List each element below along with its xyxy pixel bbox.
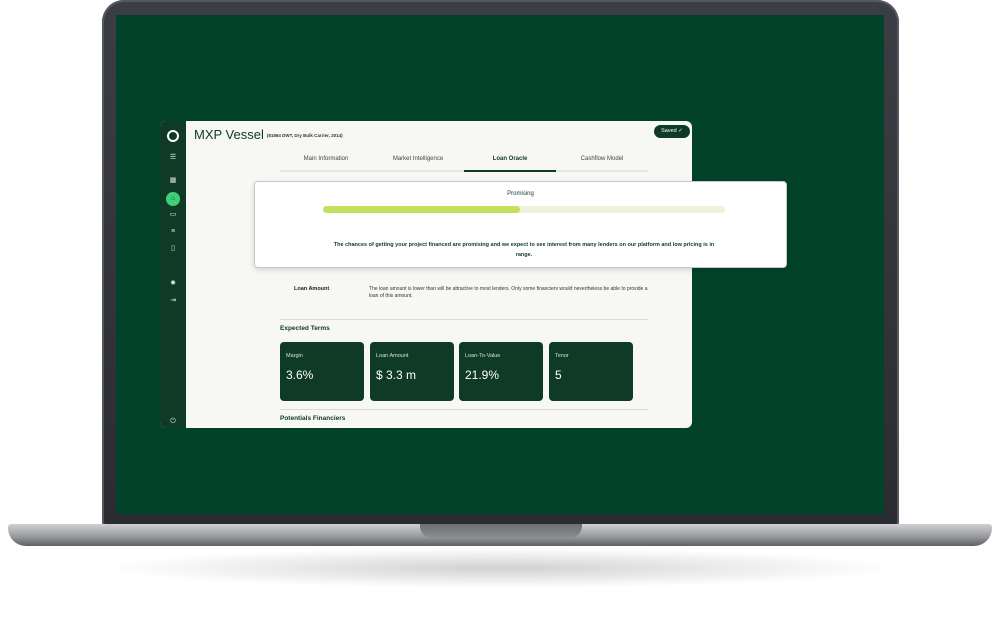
oracle-progress-fill xyxy=(323,206,520,213)
loan-amount-label: Loan Amount xyxy=(294,286,330,292)
sidebar: ☰ ▦ ⌂ ▭ ≡ ▯ ✹ ⇥ ⏻ xyxy=(160,121,186,428)
term-card-loan-to-value: Loan-To-Value 21.9% xyxy=(459,342,543,401)
divider xyxy=(280,319,648,320)
oracle-status-label: Promising xyxy=(507,191,534,197)
tab-market-intelligence[interactable]: Market Intelligence xyxy=(372,154,464,172)
laptop-notch xyxy=(420,524,582,538)
potential-financiers-title: Potentials Financiers xyxy=(280,415,346,422)
divider xyxy=(280,409,648,410)
logo-icon[interactable] xyxy=(167,130,179,142)
chart-icon[interactable]: ▭ xyxy=(167,209,179,221)
term-card-loan-amount: Loan Amount $ 3.3 m xyxy=(370,342,454,401)
home-icon[interactable]: ⌂ xyxy=(166,192,180,206)
tab-bar: Main Information Market Intelligence Loa… xyxy=(280,154,648,172)
tab-cashflow-model[interactable]: Cashflow Model xyxy=(556,154,648,172)
settings-icon[interactable]: ✹ xyxy=(167,278,179,290)
menu-icon[interactable]: ☰ xyxy=(167,152,179,164)
saved-button[interactable]: Saved ✓ xyxy=(654,125,690,138)
power-icon[interactable]: ⏻ xyxy=(167,416,179,428)
list-icon[interactable]: ≡ xyxy=(167,226,179,238)
page-title: MXP Vessel xyxy=(194,127,264,142)
oracle-progress-bar xyxy=(323,206,725,213)
tab-main-information[interactable]: Main Information xyxy=(280,154,372,172)
page-header: MXP Vessel (81864 DWT, Dry Bulk Carrier, … xyxy=(194,126,343,142)
oracle-message: The chances of getting your project fina… xyxy=(333,242,715,258)
loan-oracle-card: Promising The chances of getting your pr… xyxy=(254,181,787,268)
loan-amount-text: The loan amount is lower than will be at… xyxy=(369,286,648,299)
term-card-tenor: Tenor 5 xyxy=(549,342,633,401)
document-icon[interactable]: ▯ xyxy=(167,243,179,255)
grid-icon[interactable]: ▦ xyxy=(167,175,179,187)
logout-icon[interactable]: ⇥ xyxy=(167,295,179,307)
term-card-margin: Margin 3.6% xyxy=(280,342,364,401)
laptop-shadow xyxy=(100,548,900,588)
app-window: ☰ ▦ ⌂ ▭ ≡ ▯ ✹ ⇥ ⏻ MXP Vessel (81864 DWT, … xyxy=(160,121,692,428)
page-subtitle: (81864 DWT, Dry Bulk Carrier, 2014) xyxy=(266,133,343,138)
expected-terms-title: Expected Terms xyxy=(280,325,330,332)
tab-loan-oracle[interactable]: Loan Oracle xyxy=(464,154,556,172)
